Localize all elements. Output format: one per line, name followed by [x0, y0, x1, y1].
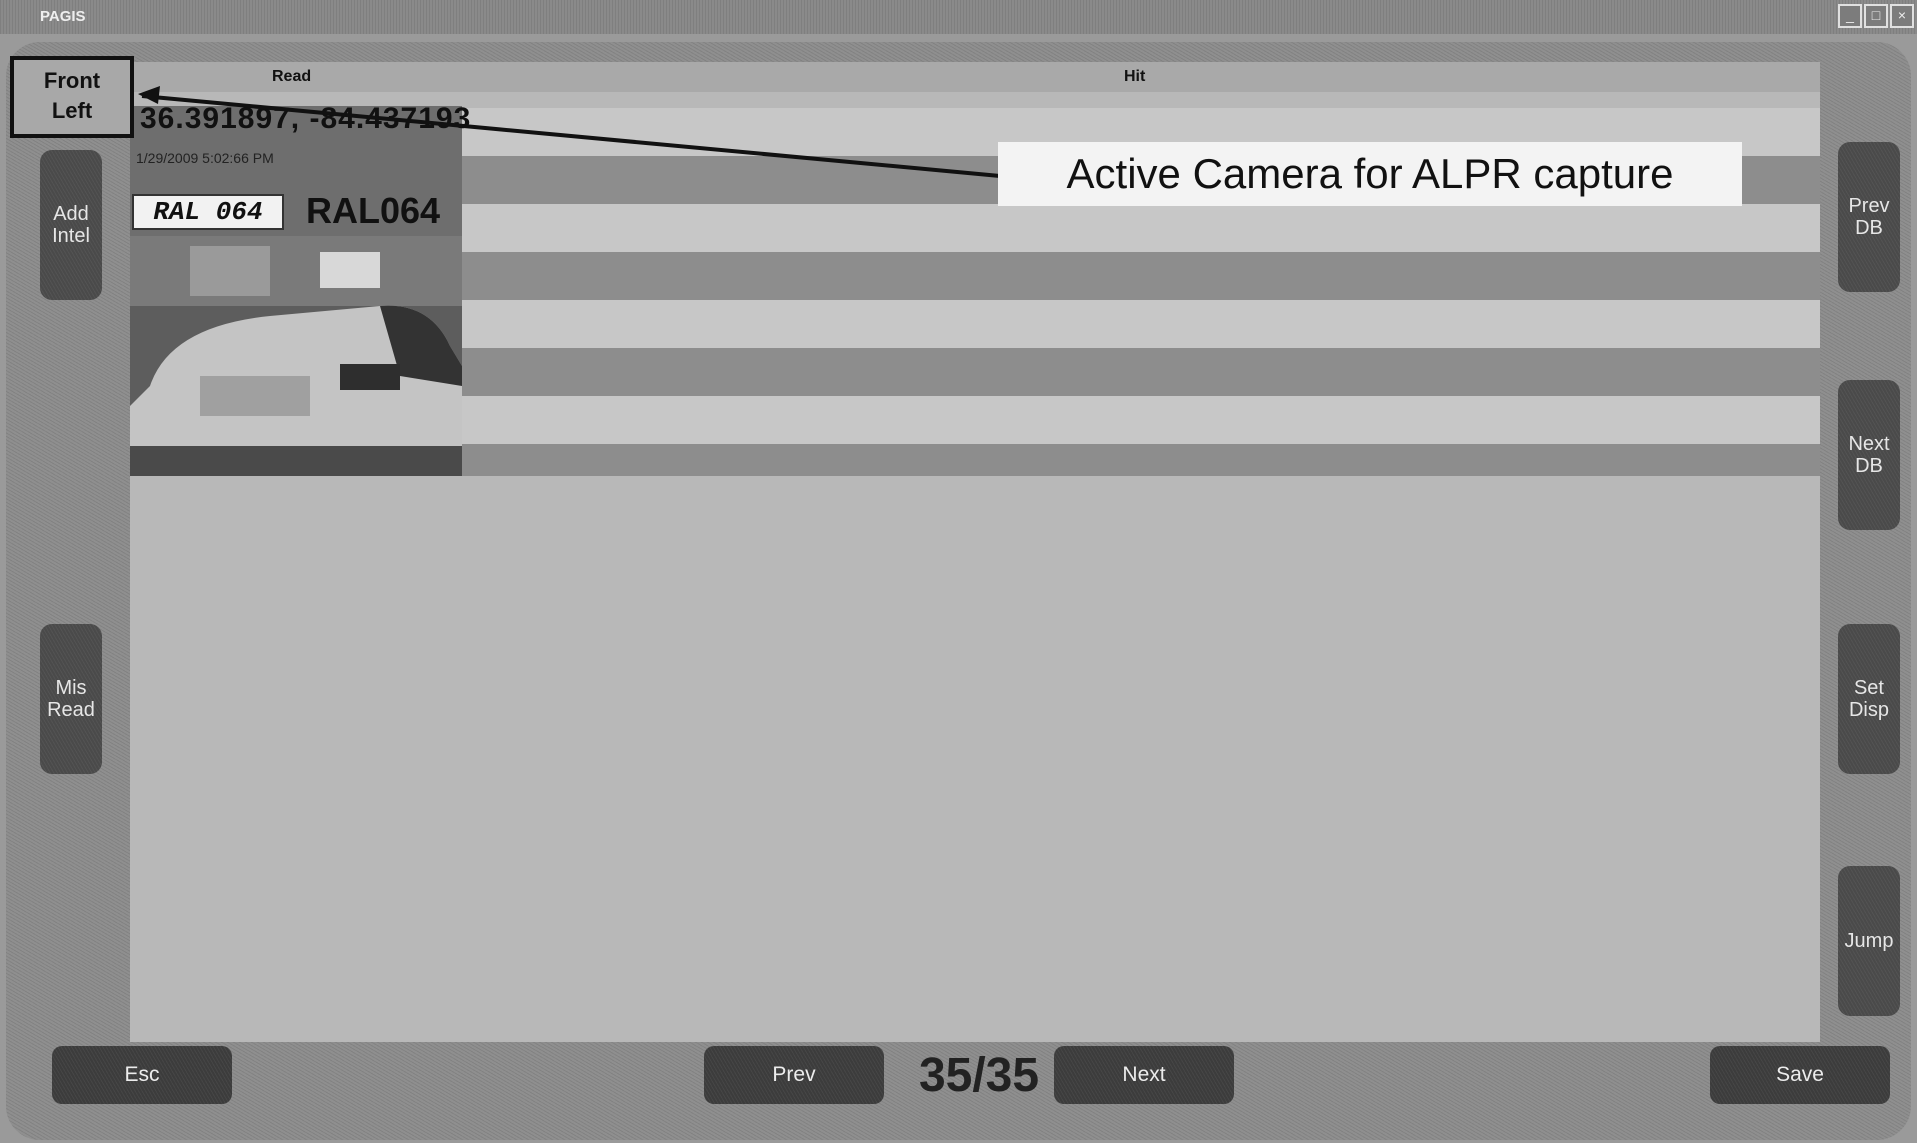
- active-camera-selector[interactable]: Front Left: [10, 56, 134, 138]
- gps-coordinates: 36.391897, -84.437193: [140, 102, 472, 135]
- hit-column-header: Hit: [1124, 68, 1146, 85]
- plate-crop-image: RAL 064: [132, 194, 284, 230]
- app-title: PAGIS: [40, 8, 86, 25]
- plate-read-text: RAL064: [306, 190, 441, 231]
- title-bar: PAGIS _ □ ×: [0, 0, 1917, 34]
- set-disp-button[interactable]: Set Disp: [1838, 624, 1900, 774]
- minimize-button[interactable]: _: [1838, 4, 1862, 28]
- results-header: Read Hit: [130, 62, 1820, 92]
- result-row: [462, 204, 1820, 252]
- maximize-button[interactable]: □: [1864, 4, 1888, 28]
- annotation-callout: Active Camera for ALPR capture: [998, 142, 1742, 206]
- capture-timestamp: 1/29/2009 5:02:66 PM: [136, 150, 274, 166]
- jump-button[interactable]: Jump: [1838, 866, 1900, 1016]
- next-button[interactable]: Next: [1054, 1046, 1234, 1104]
- read-column-header: Read: [272, 68, 312, 85]
- result-row: [462, 252, 1820, 300]
- add-intel-button[interactable]: Add Intel: [40, 150, 102, 300]
- save-button[interactable]: Save: [1710, 1046, 1890, 1104]
- results-panel: Read Hit 36.391897, -84.437193 1/29/2009…: [130, 62, 1820, 1042]
- close-button[interactable]: ×: [1890, 4, 1914, 28]
- result-row: [462, 348, 1820, 396]
- prev-db-button[interactable]: Prev DB: [1838, 142, 1900, 292]
- result-row: [462, 300, 1820, 348]
- esc-button[interactable]: Esc: [52, 1046, 232, 1104]
- vehicle-photo: [130, 236, 462, 476]
- mis-read-button[interactable]: Mis Read: [40, 624, 102, 774]
- record-counter: 35/35: [918, 1049, 1040, 1102]
- result-row: [462, 444, 1820, 476]
- result-row: [462, 396, 1820, 444]
- prev-button[interactable]: Prev: [704, 1046, 884, 1104]
- next-db-button[interactable]: Next DB: [1838, 380, 1900, 530]
